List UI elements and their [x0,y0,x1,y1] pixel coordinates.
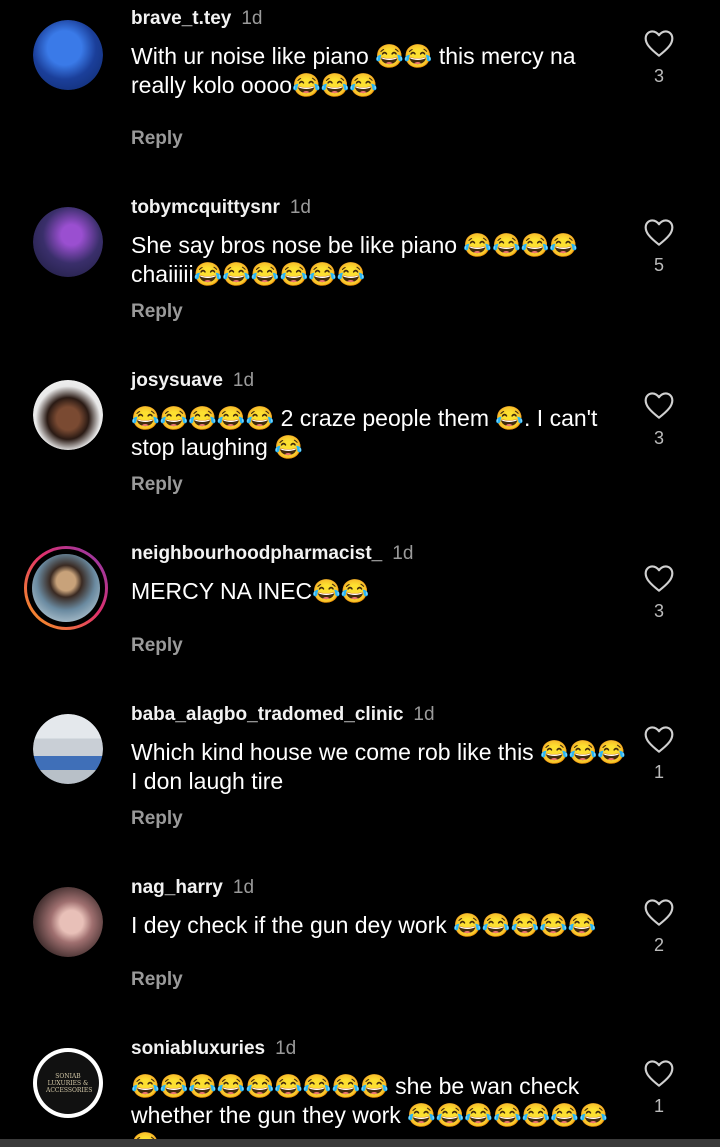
heart-outline-icon [644,1060,674,1087]
bottom-bar [0,1139,720,1147]
reply-button[interactable]: Reply [131,969,183,991]
like-count: 3 [653,428,664,448]
like-count: 3 [653,66,664,86]
heart-outline-icon [644,219,674,246]
comment-username[interactable]: neighbourhoodpharmacist_ 1d [131,543,413,565]
brand-logo-icon[interactable]: SONIAB LUXURIES & ACCESSORIES [33,1048,103,1118]
comment-text: I dey check if the gun dey work 😂😂😂😂😂 [131,912,597,938]
like-button[interactable]: 3 [642,28,676,87]
comment-time: 1d [232,370,255,391]
like-count: 3 [653,601,664,621]
like-count: 2 [653,935,664,955]
like-button[interactable]: 1 [642,1058,676,1117]
comment-text: 😂😂😂😂😂 2 craze people them 😂. I can't sto… [131,405,598,460]
comment-username[interactable]: soniabluxuries 1d [131,1038,296,1060]
comment-username[interactable]: brave_t.tey 1d [131,8,262,30]
reply-button[interactable]: Reply [131,808,183,830]
user-avatar-icon[interactable] [33,20,103,90]
user-avatar-icon[interactable] [24,546,108,630]
comment-text: 😂😂😂😂😂😂😂😂😂 she be wan check whether the g… [131,1073,608,1139]
like-count: 1 [653,1096,664,1116]
user-avatar-icon[interactable] [33,380,103,450]
like-button[interactable]: 3 [642,390,676,449]
user-avatar-icon[interactable] [33,207,103,277]
reply-button[interactable]: Reply [131,128,183,150]
comment-username[interactable]: tobymcquittysnr 1d [131,197,311,219]
heart-outline-icon [644,392,674,419]
comment-time: 1d [289,197,311,218]
comment-time: 1d [392,543,414,564]
comment-item: SONIAB LUXURIES & ACCESSORIES soniabluxu… [0,1038,720,1139]
comment-time: 1d [232,877,255,898]
user-avatar-icon[interactable] [33,714,103,784]
like-count: 1 [653,762,664,782]
comment-time: 1d [241,8,263,29]
reply-button[interactable]: Reply [131,474,183,496]
comment-text: With ur noise like piano 😂😂 this mercy n… [131,43,576,98]
reply-button[interactable]: Reply [131,635,183,657]
brand-logo-text: SONIAB LUXURIES & ACCESSORIES [46,1072,93,1094]
like-button[interactable]: 5 [642,217,676,276]
heart-outline-icon [644,30,674,57]
comment-time: 1d [413,704,435,725]
like-button[interactable]: 2 [642,897,676,956]
like-button[interactable]: 1 [642,724,676,783]
comment-time: 1d [275,1038,297,1059]
comment-username[interactable]: josysuave 1d [131,370,254,392]
heart-outline-icon [644,726,674,753]
comment-text: She say bros nose be like piano 😂😂😂😂 cha… [131,232,578,287]
comment-text: Which kind house we come rob like this 😂… [131,739,626,794]
heart-outline-icon [644,899,674,926]
heart-outline-icon [644,565,674,592]
like-count: 5 [653,255,664,275]
reply-button[interactable]: Reply [131,301,183,323]
comment-username[interactable]: nag_harry 1d [131,877,254,899]
user-avatar-icon[interactable] [33,887,103,957]
like-button[interactable]: 3 [642,563,676,622]
comment-text: MERCY NA INEC😂😂 [131,578,370,604]
comment-username[interactable]: baba_alagbo_tradomed_clinic 1d [131,704,435,726]
